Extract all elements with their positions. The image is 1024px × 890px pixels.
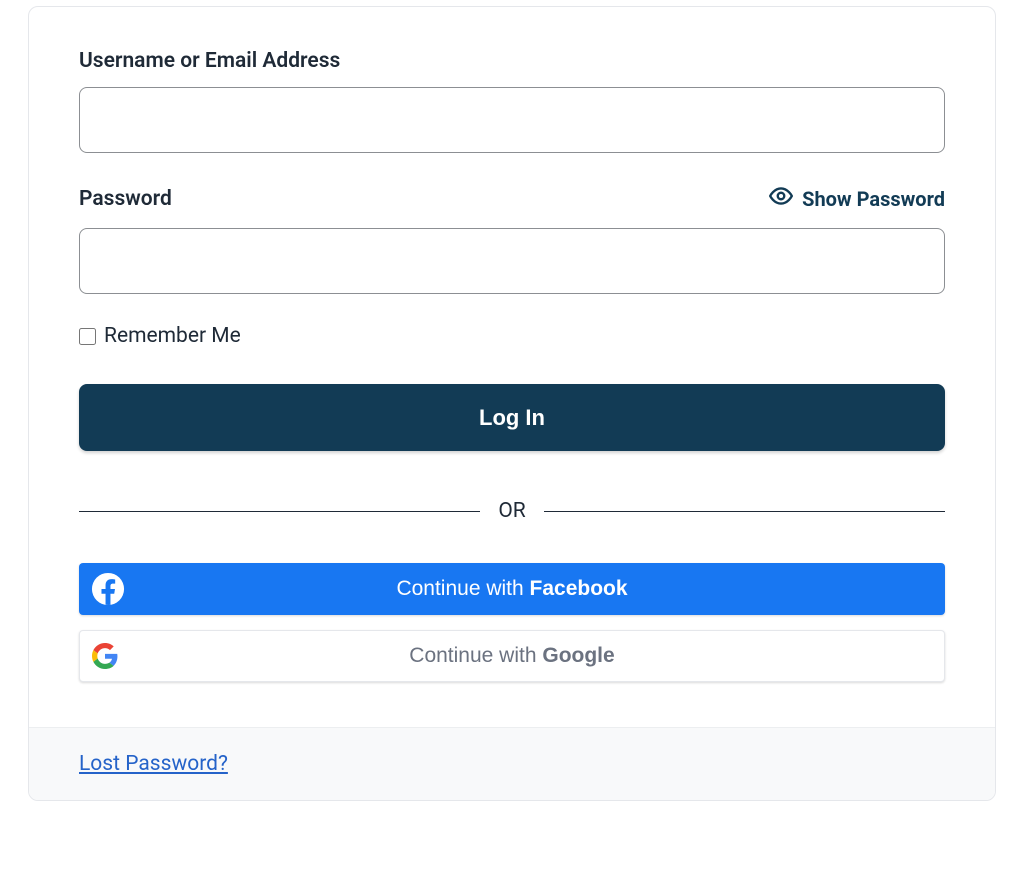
- facebook-prefix: Continue with: [396, 577, 529, 600]
- username-label: Username or Email Address: [79, 49, 340, 73]
- show-password-label: Show Password: [802, 187, 945, 211]
- username-input[interactable]: [79, 87, 945, 153]
- login-footer: Lost Password?: [29, 727, 995, 800]
- divider-text: OR: [480, 499, 543, 523]
- login-button[interactable]: Log In: [79, 384, 945, 451]
- google-provider: Google: [542, 644, 614, 667]
- facebook-icon: [91, 572, 125, 606]
- password-group: Password Show Password: [79, 183, 945, 294]
- eye-icon: [768, 183, 794, 214]
- password-label: Password: [79, 187, 172, 211]
- password-label-row: Password Show Password: [79, 183, 945, 214]
- google-prefix: Continue with: [409, 644, 542, 667]
- show-password-toggle[interactable]: Show Password: [768, 183, 945, 214]
- continue-with-facebook-button[interactable]: Continue with Facebook: [79, 563, 945, 615]
- divider-line-left: [79, 511, 480, 512]
- login-body: Username or Email Address Password Show …: [29, 7, 995, 727]
- remember-checkbox[interactable]: [79, 328, 96, 345]
- google-button-text: Continue with Google: [80, 644, 944, 668]
- remember-label[interactable]: Remember Me: [104, 324, 241, 348]
- username-label-row: Username or Email Address: [79, 49, 945, 73]
- username-group: Username or Email Address: [79, 49, 945, 153]
- login-card: Username or Email Address Password Show …: [28, 6, 996, 801]
- continue-with-google-button[interactable]: Continue with Google: [79, 630, 945, 682]
- facebook-provider: Facebook: [530, 577, 628, 600]
- divider-line-right: [544, 511, 945, 512]
- lost-password-link[interactable]: Lost Password?: [79, 752, 228, 776]
- remember-row: Remember Me: [79, 324, 945, 348]
- google-icon: [92, 643, 118, 669]
- or-divider: OR: [79, 499, 945, 523]
- facebook-button-text: Continue with Facebook: [79, 577, 945, 601]
- password-input[interactable]: [79, 228, 945, 294]
